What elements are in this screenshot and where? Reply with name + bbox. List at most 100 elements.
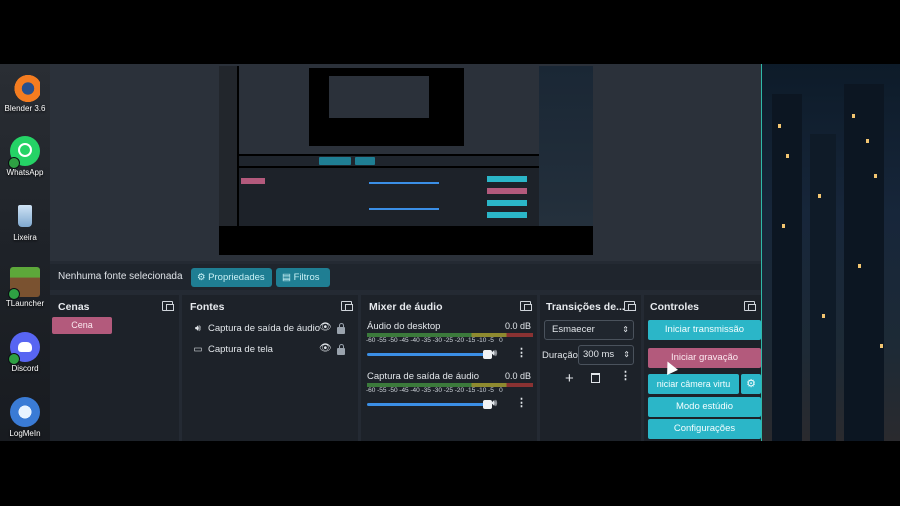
dock-undock-icon[interactable] <box>162 301 174 311</box>
lock-icon[interactable] <box>337 323 345 334</box>
meter-scale: -60 -55 -50 -45 -40 -35 -30 -25 -20 -15 -10 -5 0 <box>366 387 536 394</box>
filter-icon: ▤ <box>282 272 291 283</box>
filters-button[interactable]: ▤ Filtros <box>276 268 330 287</box>
tlauncher-icon <box>8 267 40 300</box>
desktop-icons-strip: Blender 3.6 WhatsApp Lixeira TLauncher D… <box>0 64 50 441</box>
scene-item[interactable]: Cena <box>52 317 112 334</box>
desktop-icon-discord[interactable]: Discord <box>0 332 50 373</box>
preview-nested-obs <box>239 66 539 154</box>
dock-undock-icon[interactable] <box>520 301 532 311</box>
start-virtual-camera-button[interactable]: niciar câmera virtu <box>648 374 739 394</box>
blender-icon <box>10 72 40 102</box>
preview-nested-canvas <box>309 68 464 146</box>
preview-nested-sourcebar <box>239 156 539 166</box>
scale-tick: -35 <box>421 337 431 344</box>
scenes-dock: Cenas Cena <box>50 295 179 441</box>
audio-mixer-dock-title: Mixer de áudio <box>369 301 443 313</box>
source-item-screen-capture[interactable]: ▭ Captura de tela <box>192 344 273 355</box>
scale-tick: -10 <box>476 387 487 394</box>
duration-spinbox[interactable]: 300 ms ⇕ <box>578 345 634 365</box>
volume-slider-track[interactable] <box>367 353 485 356</box>
scale-tick: -20 <box>454 337 465 344</box>
gear-icon: ⚙ <box>197 272 206 283</box>
properties-button[interactable]: ⚙ Propriedades <box>191 268 272 287</box>
logmein-icon <box>10 397 40 427</box>
speaker-icon: 🔊︎ <box>195 323 201 334</box>
video-frame: Blender 3.6 WhatsApp Lixeira TLauncher D… <box>0 0 900 506</box>
speaker-mute-icon[interactable]: 🔊︎ <box>491 348 497 359</box>
dock-undock-icon[interactable] <box>624 301 636 311</box>
desktop-icon-label: LogMeIn <box>9 429 41 438</box>
transition-select-value: Esmaecer <box>552 324 595 335</box>
desktop-icon-logmein[interactable]: LogMeIn <box>0 397 50 438</box>
scale-tick: -25 <box>443 387 454 394</box>
trash-icon[interactable] <box>591 373 600 383</box>
settings-button[interactable]: Configurações <box>648 419 761 439</box>
desktop-wallpaper-city <box>762 64 900 441</box>
desktop-icon-recycle-bin[interactable]: Lixeira <box>0 201 50 242</box>
sources-dock-title: Fontes <box>190 301 225 313</box>
desktop-icon-label: Lixeira <box>13 233 37 242</box>
obs-window: Nenhuma fonte selecionada ⚙ Propriedades… <box>50 64 761 441</box>
desktop-icon-blender[interactable]: Blender 3.6 <box>0 72 50 113</box>
preview-city-strip <box>539 66 593 226</box>
scale-tick: -60 <box>366 337 376 344</box>
preview-canvas[interactable] <box>219 66 593 255</box>
scale-tick: 0 <box>499 387 503 394</box>
scale-tick: -25 <box>443 337 454 344</box>
mixer-channel-name: Captura de saída de áudio <box>367 371 479 382</box>
volume-slider-track[interactable] <box>367 403 485 406</box>
source-item-audio-output[interactable]: 🔊︎ Captura de saída de áudio <box>192 323 320 334</box>
scale-tick: -40 <box>410 387 420 394</box>
desktop-icon-whatsapp[interactable]: WhatsApp <box>0 136 50 177</box>
chevron-updown-icon: ⇕ <box>622 325 629 334</box>
speaker-mute-icon[interactable]: 🔊︎ <box>491 398 497 409</box>
scale-tick: -5 <box>488 337 494 344</box>
transitions-dock: Transições de... Esmaecer ⇕ Duração 300 … <box>540 295 641 441</box>
preview-desktop-strip <box>219 66 237 226</box>
more-options-icon[interactable]: ⋮ <box>620 371 631 382</box>
source-toolbar: Nenhuma fonte selecionada ⚙ Propriedades… <box>50 264 761 290</box>
letterbox-bottom <box>0 441 900 506</box>
spin-arrows-icon: ⇕ <box>623 350 630 359</box>
start-streaming-button[interactable]: Iniciar transmissão <box>648 320 761 340</box>
synced-check-icon <box>8 288 20 300</box>
desktop-icon-tlauncher[interactable]: TLauncher <box>0 267 50 308</box>
desktop-icon-label: WhatsApp <box>6 168 44 177</box>
scale-tick: -50 <box>388 387 398 394</box>
lock-icon[interactable] <box>337 344 345 355</box>
source-item-label: Captura de tela <box>208 344 273 355</box>
scale-tick: -20 <box>454 387 465 394</box>
more-options-icon[interactable]: ⋮ <box>516 398 527 409</box>
scale-tick: -45 <box>399 387 409 394</box>
scale-tick: -15 <box>465 387 476 394</box>
studio-mode-button[interactable]: Modo estúdio <box>648 397 761 417</box>
more-options-icon[interactable]: ⋮ <box>516 348 527 359</box>
properties-button-label: Propriedades <box>208 272 265 283</box>
scale-tick: -30 <box>432 337 442 344</box>
whatsapp-icon <box>8 136 40 169</box>
scale-tick: -60 <box>366 387 376 394</box>
desktop-icon-label: Discord <box>11 364 39 373</box>
scenes-dock-title: Cenas <box>58 301 90 313</box>
dock-undock-icon[interactable] <box>744 301 756 311</box>
dock-undock-icon[interactable] <box>341 301 353 311</box>
transition-select[interactable]: Esmaecer ⇕ <box>544 320 634 340</box>
add-transition-icon[interactable]: + <box>565 370 574 387</box>
letterbox-top <box>0 0 900 64</box>
visibility-eye-icon[interactable]: 👁︎ <box>319 343 332 354</box>
mixer-channel-db: 0.0 dB <box>504 371 531 381</box>
duration-value: 300 ms <box>583 349 615 360</box>
recycle-bin-icon <box>10 201 40 231</box>
transitions-dock-title: Transições de... <box>546 301 625 313</box>
scale-tick: -35 <box>421 387 431 394</box>
controls-dock-title: Controles <box>650 301 700 313</box>
filters-button-label: Filtros <box>293 272 320 283</box>
source-item-label: Captura de saída de áudio <box>208 323 320 334</box>
discord-icon <box>8 332 40 365</box>
visibility-eye-icon[interactable]: 👁︎ <box>319 322 332 333</box>
scale-tick: -55 <box>377 337 387 344</box>
mixer-channel-name: Áudio do desktop <box>367 321 441 332</box>
audio-mixer-dock: Mixer de áudio Áudio do desktop 0.0 dB -… <box>361 295 537 441</box>
virtual-camera-settings-icon[interactable]: ⚙ <box>741 374 761 394</box>
